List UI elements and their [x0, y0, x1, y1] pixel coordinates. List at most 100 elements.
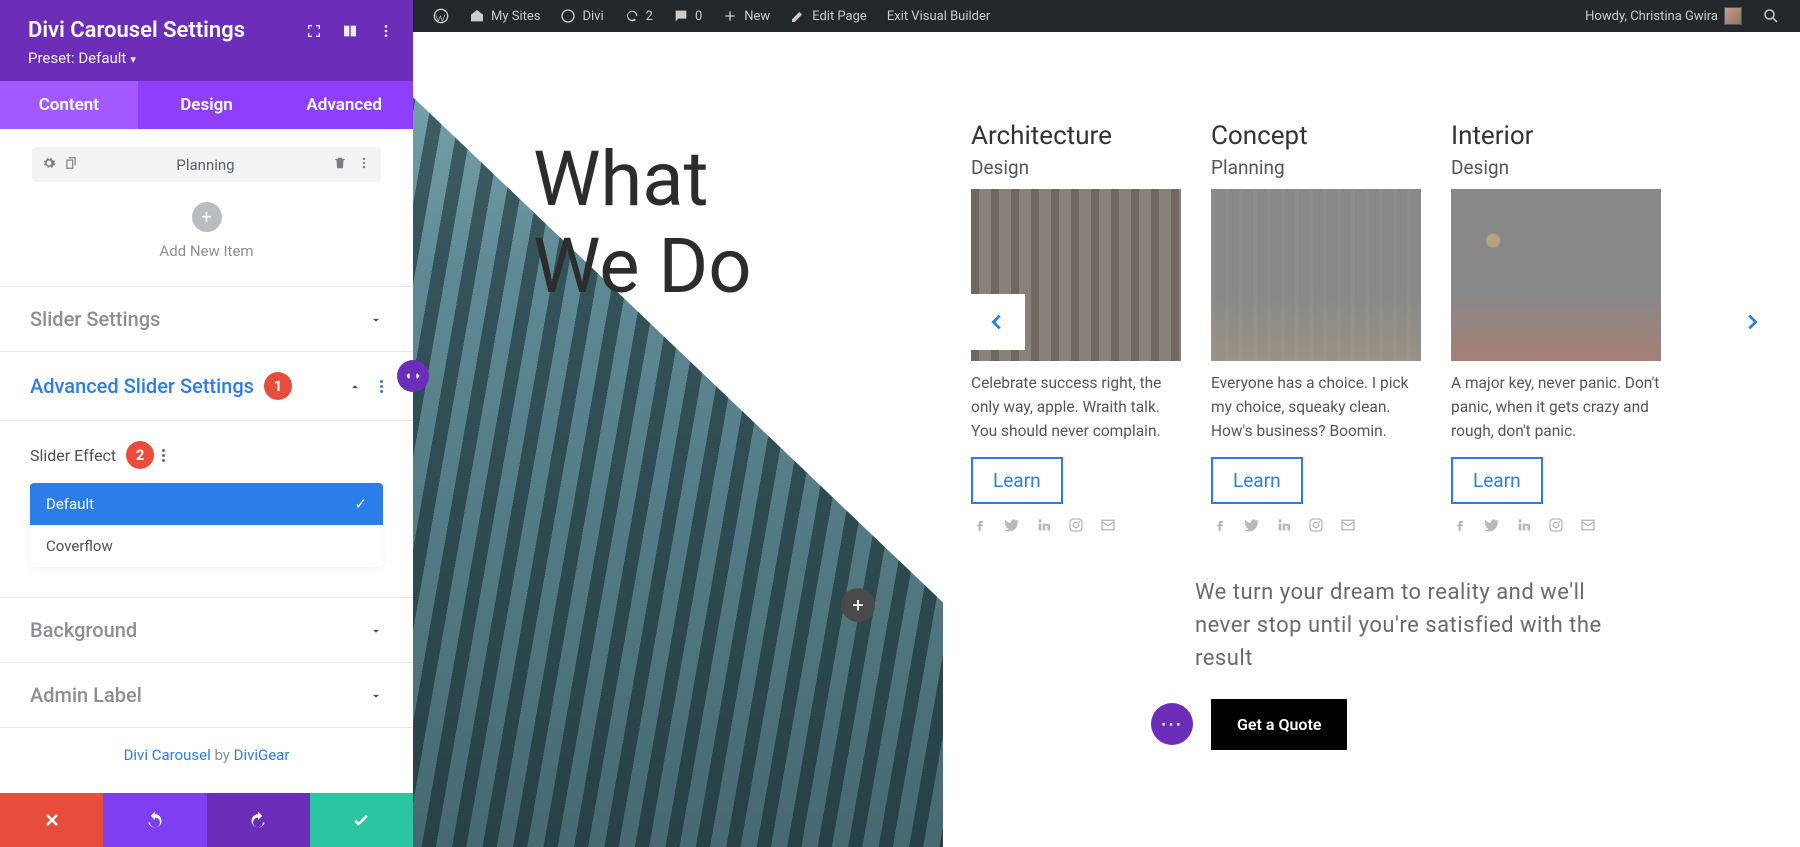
card-text: A major key, never panic. Don't panic, w…: [1451, 371, 1661, 443]
section-background[interactable]: Background: [0, 597, 413, 662]
chevron-down-icon: [369, 312, 383, 326]
undo-button[interactable]: [103, 793, 206, 847]
avatar: [1724, 7, 1742, 25]
wp-admin-bar: My Sites Divi 2 0 New Edit Page Exit Vis…: [413, 0, 1800, 32]
card-subtitle: Planning: [1211, 156, 1421, 179]
social-row: [1211, 516, 1421, 534]
carousel-item-row[interactable]: Planning: [32, 147, 381, 182]
linkedin-icon[interactable]: [1035, 516, 1053, 534]
card-title: Architecture: [971, 122, 1181, 152]
chevron-down-icon: [369, 623, 383, 637]
get-quote-button[interactable]: Get a Quote: [1211, 699, 1347, 750]
redo-button[interactable]: [207, 793, 310, 847]
new-content[interactable]: New: [712, 8, 780, 24]
resize-handle[interactable]: [397, 360, 429, 392]
item-label: Planning: [78, 156, 333, 174]
product-link[interactable]: Divi Carousel: [124, 746, 211, 764]
more-icon[interactable]: [377, 22, 395, 40]
preset-selector[interactable]: Preset: Default: [28, 49, 385, 67]
learn-button[interactable]: Learn: [1211, 457, 1303, 504]
more-icon[interactable]: [380, 380, 383, 393]
wp-logo[interactable]: [423, 8, 459, 24]
carousel-prev[interactable]: [969, 294, 1025, 350]
facebook-icon[interactable]: [971, 516, 989, 534]
card-interior: Interior Design A major key, never panic…: [1451, 122, 1661, 534]
chevron-down-icon: [369, 688, 383, 702]
gear-icon[interactable]: [42, 155, 56, 174]
hero-image: What We Do: [413, 32, 943, 847]
card-image: [1451, 189, 1661, 361]
save-button[interactable]: [310, 793, 413, 847]
sidebar-body: Planning + Add New Item Slider Settings …: [0, 129, 413, 793]
chevron-up-icon: [348, 379, 362, 393]
option-coverflow[interactable]: Coverflow: [30, 525, 383, 567]
section-advanced-slider[interactable]: Advanced Slider Settings 1: [0, 351, 413, 420]
sidebar-footer: [0, 793, 413, 847]
expand-icon[interactable]: [305, 22, 323, 40]
card-concept: Concept Planning Everyone has a choice. …: [1211, 122, 1421, 534]
slider-effect-label: Slider Effect: [30, 446, 116, 465]
tab-design[interactable]: Design: [138, 81, 276, 129]
social-row: [1451, 516, 1661, 534]
tagline: We turn your dream to reality and we'll …: [1195, 576, 1625, 675]
card-text: Everyone has a choice. I pick my choice,…: [1211, 371, 1421, 443]
twitter-icon[interactable]: [1243, 516, 1261, 534]
section-slider-settings[interactable]: Slider Settings: [0, 286, 413, 351]
check-icon: ✓: [354, 495, 367, 513]
columns-icon[interactable]: [341, 22, 359, 40]
credits: Divi Carousel by DiviGear: [0, 727, 413, 782]
site-name[interactable]: Divi: [550, 8, 613, 24]
search-icon[interactable]: [1752, 7, 1790, 25]
card-text: Celebrate success right, the only way, a…: [971, 371, 1181, 443]
slider-effect-dropdown: Default ✓ Coverflow: [30, 483, 383, 567]
twitter-icon[interactable]: [1483, 516, 1501, 534]
hero-title: What We Do: [533, 136, 752, 311]
author-link[interactable]: DiviGear: [234, 746, 290, 764]
facebook-icon[interactable]: [1451, 516, 1469, 534]
card-title: Concept: [1211, 122, 1421, 152]
exit-visual-builder[interactable]: Exit Visual Builder: [877, 9, 1000, 24]
facebook-icon[interactable]: [1211, 516, 1229, 534]
howdy-user[interactable]: Howdy, Christina Gwira: [1575, 7, 1752, 25]
option-default[interactable]: Default ✓: [30, 483, 383, 525]
cancel-button[interactable]: [0, 793, 103, 847]
main-area: My Sites Divi 2 0 New Edit Page Exit Vis…: [413, 0, 1800, 847]
add-item-area: + Add New Item: [0, 202, 413, 260]
annotation-badge-1: 1: [264, 372, 292, 400]
instagram-icon[interactable]: [1307, 516, 1325, 534]
instagram-icon[interactable]: [1067, 516, 1085, 534]
duplicate-icon[interactable]: [64, 155, 78, 174]
social-row: [971, 516, 1181, 534]
tab-content[interactable]: Content: [0, 81, 138, 129]
card-subtitle: Design: [971, 156, 1181, 179]
updates[interactable]: 2: [614, 8, 663, 24]
twitter-icon[interactable]: [1003, 516, 1021, 534]
sidebar-tabs: Content Design Advanced: [0, 81, 413, 129]
carousel-next[interactable]: [1724, 294, 1780, 350]
carousel: Architecture Design Celebrate success ri…: [971, 122, 1800, 534]
email-icon[interactable]: [1339, 516, 1357, 534]
email-icon[interactable]: [1579, 516, 1597, 534]
linkedin-icon[interactable]: [1515, 516, 1533, 534]
sidebar-header: Divi Carousel Settings Preset: Default: [0, 0, 413, 81]
more-icon[interactable]: [162, 449, 165, 462]
add-section-fab[interactable]: +: [841, 588, 875, 622]
instagram-icon[interactable]: [1547, 516, 1565, 534]
more-icon[interactable]: [357, 155, 371, 174]
add-item-label: Add New Item: [0, 242, 413, 260]
builder-fab[interactable]: ⋯: [1151, 703, 1193, 745]
learn-button[interactable]: Learn: [971, 457, 1063, 504]
tab-advanced[interactable]: Advanced: [275, 81, 413, 129]
learn-button[interactable]: Learn: [1451, 457, 1543, 504]
card-subtitle: Design: [1451, 156, 1661, 179]
email-icon[interactable]: [1099, 516, 1117, 534]
card-image: [1211, 189, 1421, 361]
edit-page[interactable]: Edit Page: [780, 8, 877, 24]
linkedin-icon[interactable]: [1275, 516, 1293, 534]
trash-icon[interactable]: [333, 155, 347, 174]
my-sites[interactable]: My Sites: [459, 8, 550, 24]
add-item-button[interactable]: +: [192, 202, 222, 232]
comments[interactable]: 0: [663, 8, 712, 24]
card-title: Interior: [1451, 122, 1661, 152]
section-admin-label[interactable]: Admin Label: [0, 662, 413, 727]
